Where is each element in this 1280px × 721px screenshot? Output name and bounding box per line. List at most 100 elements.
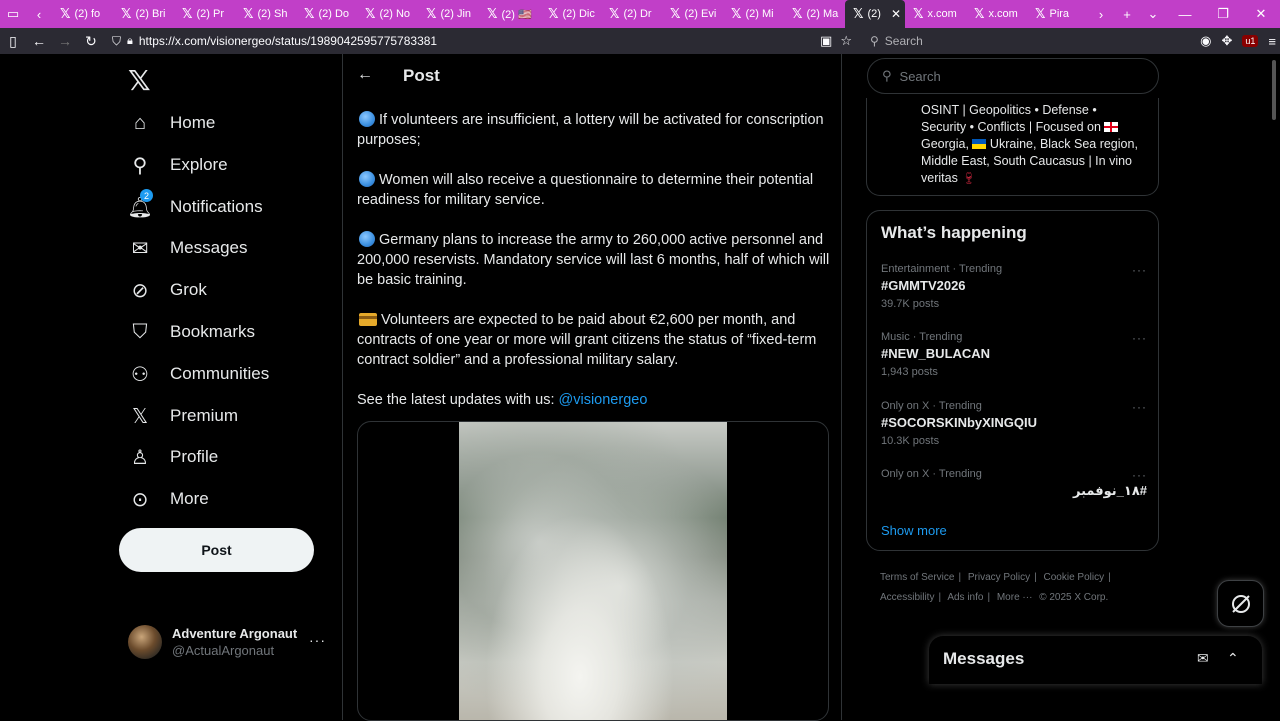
footer-accessibility-link[interactable]: Accessibility [880,592,934,603]
footer-terms-link[interactable]: Terms of Service [880,572,954,583]
bell-icon: 🔔︎ 2 [127,189,153,219]
trend-name: #GMMTV2026 [881,278,966,293]
right-sidebar: ⚲ Search OSINT | Geopolitics • Defense •… [866,54,1160,720]
extensions-icon[interactable]: ✥ [1221,33,1232,49]
scroll-tabs-right-icon[interactable]: › [1088,0,1114,28]
browser-tab[interactable]: 𝕏 (2) Dic [540,0,601,28]
browser-tab[interactable]: 𝕏 (2) ✕ [845,0,905,28]
tab-label: (2) Sh [257,8,288,20]
sidebar-item-premium[interactable]: 𝕏 Premium [128,396,238,436]
browser-search-field[interactable]: ⚲ Search [862,30,1162,52]
account-handle: @ActualArgonaut [172,643,275,658]
bio-line: Georgia, [921,137,969,151]
new-message-icon[interactable]: ✉ [1197,650,1209,667]
more-dots-icon[interactable]: ··· [1132,263,1147,277]
back-arrow-icon[interactable]: ← [357,66,373,84]
show-more-link[interactable]: Show more [881,523,947,538]
sidebar-item-explore[interactable]: ⚲ Explore [128,145,228,185]
tab-label: (2) Ma [806,8,839,20]
messages-drawer[interactable]: Messages ✉ ⌃ [929,636,1262,684]
lock-icon[interactable]: 🔒︎ [127,35,133,48]
tab-overview-icon[interactable]: ▭ [0,0,26,28]
browser-tab[interactable]: 𝕏x.com [905,0,966,28]
sidebar-item-communities[interactable]: ⚇ Communities [128,354,269,394]
sidebar-item-messages[interactable]: ✉ Messages [128,228,248,268]
sidebar-item-bookmarks[interactable]: ⛉ Bookmarks [128,312,256,352]
post-paragraph-2: Women will also receive a questionnaire … [357,170,833,210]
browser-tab[interactable]: 𝕏 (2) Ma [784,0,845,28]
sidebar-item-more[interactable]: ⊙ More [128,479,209,519]
ublock-icon[interactable]: u1 [1242,35,1259,47]
more-dots-icon[interactable]: ··· [1132,468,1147,482]
footer-more-link[interactable]: More ··· [997,592,1033,603]
trend-item[interactable]: Music · Trending #NEW_BULACAN 1,943 posts ·… [881,331,1147,378]
trend-item[interactable]: Only on X · Trending #SOCORSKINbyXINGQIU 1… [881,400,1147,447]
reader-view-icon[interactable]: ▣ [820,33,832,49]
grok-floating-button[interactable] [1217,580,1264,627]
tab-label: (2) Evi [684,8,717,20]
tab-label: (2) Pr [196,8,224,20]
x-favicon-icon: 𝕏 [304,6,315,22]
ukraine-flag-icon [972,139,987,149]
browser-tab[interactable]: 𝕏 (2) Sh [235,0,296,28]
sidebar-item-profile[interactable]: ♙ Profile [128,437,218,477]
bio-text: OSINT | Geopolitics • Defense • Security… [921,102,1153,187]
close-tab-icon[interactable]: ✕ [891,7,901,21]
sidebar-item-home[interactable]: ⌂ Home [128,103,215,143]
url-text[interactable]: https://x.com/visionergeo/status/1989042… [139,34,437,48]
browser-tab[interactable]: 𝕏 (2) 🇺🇸 [479,0,540,28]
forward-icon[interactable]: → [52,28,78,54]
minimize-icon[interactable]: — [1166,0,1204,28]
mention-link[interactable]: @visionergeo [559,392,648,408]
sidebar-toggle-icon[interactable]: ▯ [0,28,26,54]
browser-tab[interactable]: 𝕏 (2) No [357,0,418,28]
more-dots-icon[interactable]: ··· [309,632,326,648]
footer-ads-link[interactable]: Ads info [947,592,983,603]
back-icon[interactable]: ← [26,28,52,54]
trend-item[interactable]: Only on X · Trending #١٨_نوفمبر ··· [881,468,1147,499]
browser-tab[interactable]: 𝕏 (2) fo [52,0,113,28]
browser-tab[interactable]: 𝕏 (2) Mi [723,0,784,28]
browser-tab[interactable]: 𝕏 (2) Do [296,0,357,28]
more-dots-icon[interactable]: ··· [1132,400,1147,414]
browser-tab-bar: ▭ ‹ 𝕏 (2) fo 𝕏 (2) Bri 𝕏 (2) Pr 𝕏 (2) Sh 𝕏 (2) Do… [0,0,1280,28]
footer-privacy-link[interactable]: Privacy Policy [968,572,1030,583]
post-media[interactable] [357,421,829,721]
avatar[interactable] [128,625,162,659]
bookmark-star-icon[interactable]: ☆ [840,33,852,49]
x-logo-icon[interactable]: 𝕏 [128,64,151,97]
browser-tab[interactable]: 𝕏 Pira [1027,0,1088,28]
account-switcher[interactable]: Adventure Argonaut @ActualArgonaut ··· [128,624,328,660]
post-text: Volunteers are expected to be paid about… [357,312,817,368]
sidebar-item-notifications[interactable]: 🔔︎ 2 Notifications [127,187,263,227]
menu-icon[interactable]: ≡ [1268,34,1276,49]
new-tab-icon[interactable]: + [1114,0,1140,28]
address-bar[interactable]: ⛉ 🔒︎ https://x.com/visionergeo/status/19… [112,28,852,54]
tab-label: (2) fo [74,8,101,20]
close-window-icon[interactable]: ✕ [1242,0,1280,28]
post-button[interactable]: Post [119,528,314,572]
more-dots-icon[interactable]: ··· [1132,331,1147,345]
footer-cookie-link[interactable]: Cookie Policy [1044,572,1105,583]
account-icon[interactable]: ◉ [1200,33,1211,49]
post-paragraph-3: Germany plans to increase the army to 26… [357,230,833,290]
video-thumbnail[interactable] [459,422,727,720]
browser-tab[interactable]: 𝕏 (2) Evi [662,0,723,28]
shield-icon[interactable]: ⛉ [112,34,121,49]
expand-icon[interactable]: ⌃ [1227,650,1239,667]
sidebar-item-grok[interactable]: ⊘ Grok [128,270,207,310]
browser-tab[interactable]: 𝕏 (2) Jin [418,0,479,28]
browser-tab[interactable]: 𝕏x.com [966,0,1027,28]
scroll-tabs-left-icon[interactable]: ‹ [26,0,52,28]
trend-name: #NEW_BULACAN [881,346,991,361]
browser-tab[interactable]: 𝕏 (2) Dr [601,0,662,28]
tab-label: (2) Bri [135,8,166,20]
restore-icon[interactable]: ❐ [1204,0,1242,28]
tab-list-icon[interactable]: ⌄ [1140,0,1166,28]
page-scrollbar[interactable] [1272,60,1276,120]
search-input[interactable]: ⚲ Search [867,58,1159,94]
reload-icon[interactable]: ↻ [78,28,104,54]
browser-tab[interactable]: 𝕏 (2) Pr [174,0,235,28]
trend-item[interactable]: Entertainment · Trending #GMMTV2026 39.7K … [881,263,1147,310]
browser-tab[interactable]: 𝕏 (2) Bri [113,0,174,28]
